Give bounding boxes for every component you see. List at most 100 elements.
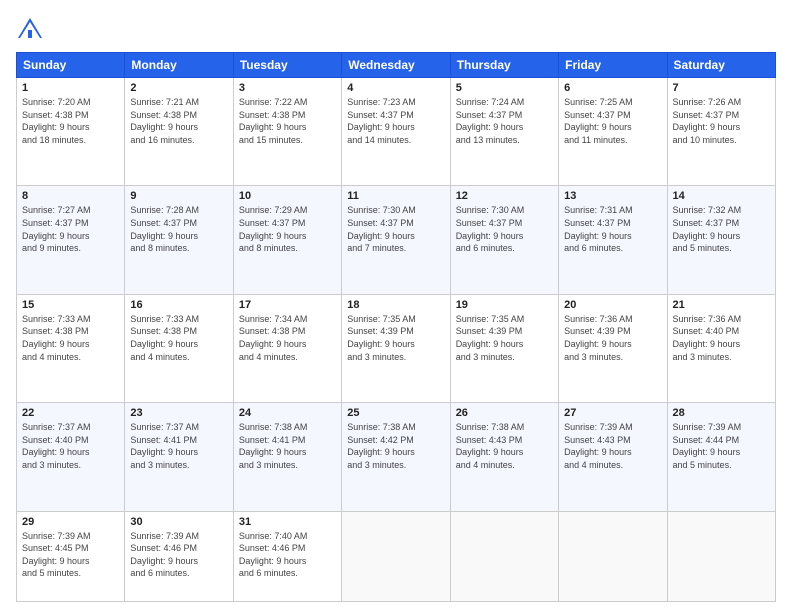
day-number: 23 [130,407,227,419]
day-info: Sunrise: 7:39 AM Sunset: 4:45 PM Dayligh… [22,530,119,580]
day-info: Sunrise: 7:21 AM Sunset: 4:38 PM Dayligh… [130,96,227,146]
calendar-header-saturday: Saturday [667,53,775,78]
day-info: Sunrise: 7:25 AM Sunset: 4:37 PM Dayligh… [564,96,661,146]
calendar-cell: 29 Sunrise: 7:39 AM Sunset: 4:45 PM Dayli… [17,511,125,601]
day-number: 1 [22,82,119,94]
day-info: Sunrise: 7:30 AM Sunset: 4:37 PM Dayligh… [456,204,553,254]
day-info: Sunrise: 7:40 AM Sunset: 4:46 PM Dayligh… [239,530,336,580]
calendar-cell: 8 Sunrise: 7:27 AM Sunset: 4:37 PM Daylig… [17,186,125,294]
calendar-cell: 12 Sunrise: 7:30 AM Sunset: 4:37 PM Dayli… [450,186,558,294]
day-info: Sunrise: 7:38 AM Sunset: 4:42 PM Dayligh… [347,421,444,471]
header [16,16,776,44]
day-info: Sunrise: 7:32 AM Sunset: 4:37 PM Dayligh… [673,204,770,254]
day-number: 3 [239,82,336,94]
calendar-cell: 26 Sunrise: 7:38 AM Sunset: 4:43 PM Dayli… [450,403,558,511]
calendar-cell: 31 Sunrise: 7:40 AM Sunset: 4:46 PM Dayli… [233,511,341,601]
day-info: Sunrise: 7:27 AM Sunset: 4:37 PM Dayligh… [22,204,119,254]
day-number: 14 [673,190,770,202]
day-info: Sunrise: 7:35 AM Sunset: 4:39 PM Dayligh… [347,313,444,363]
calendar-cell: 18 Sunrise: 7:35 AM Sunset: 4:39 PM Dayli… [342,294,450,402]
calendar-cell: 23 Sunrise: 7:37 AM Sunset: 4:41 PM Dayli… [125,403,233,511]
day-info: Sunrise: 7:28 AM Sunset: 4:37 PM Dayligh… [130,204,227,254]
calendar-cell: 5 Sunrise: 7:24 AM Sunset: 4:37 PM Daylig… [450,78,558,186]
day-number: 30 [130,516,227,528]
day-info: Sunrise: 7:36 AM Sunset: 4:39 PM Dayligh… [564,313,661,363]
day-info: Sunrise: 7:20 AM Sunset: 4:38 PM Dayligh… [22,96,119,146]
day-number: 16 [130,299,227,311]
calendar-cell [342,511,450,601]
day-info: Sunrise: 7:24 AM Sunset: 4:37 PM Dayligh… [456,96,553,146]
calendar-cell: 16 Sunrise: 7:33 AM Sunset: 4:38 PM Dayli… [125,294,233,402]
calendar-cell: 30 Sunrise: 7:39 AM Sunset: 4:46 PM Dayli… [125,511,233,601]
day-info: Sunrise: 7:38 AM Sunset: 4:41 PM Dayligh… [239,421,336,471]
page: SundayMondayTuesdayWednesdayThursdayFrid… [0,0,792,612]
calendar: SundayMondayTuesdayWednesdayThursdayFrid… [16,52,776,602]
day-number: 10 [239,190,336,202]
day-number: 24 [239,407,336,419]
calendar-cell [667,511,775,601]
day-info: Sunrise: 7:35 AM Sunset: 4:39 PM Dayligh… [456,313,553,363]
day-number: 25 [347,407,444,419]
calendar-cell: 10 Sunrise: 7:29 AM Sunset: 4:37 PM Dayli… [233,186,341,294]
calendar-cell: 7 Sunrise: 7:26 AM Sunset: 4:37 PM Daylig… [667,78,775,186]
day-number: 5 [456,82,553,94]
calendar-header-monday: Monday [125,53,233,78]
calendar-cell [450,511,558,601]
day-number: 18 [347,299,444,311]
day-info: Sunrise: 7:37 AM Sunset: 4:41 PM Dayligh… [130,421,227,471]
day-info: Sunrise: 7:39 AM Sunset: 4:43 PM Dayligh… [564,421,661,471]
day-info: Sunrise: 7:26 AM Sunset: 4:37 PM Dayligh… [673,96,770,146]
calendar-cell: 22Sunrise: 7:37 AM Sunset: 4:40 PM Dayli… [17,403,125,511]
calendar-header-sunday: Sunday [17,53,125,78]
calendar-cell: 9 Sunrise: 7:28 AM Sunset: 4:37 PM Daylig… [125,186,233,294]
day-number: 20 [564,299,661,311]
day-info: Sunrise: 7:36 AM Sunset: 4:40 PM Dayligh… [673,313,770,363]
day-number: 26 [456,407,553,419]
day-number: 15 [22,299,119,311]
day-number: 6 [564,82,661,94]
day-info: Sunrise: 7:30 AM Sunset: 4:37 PM Dayligh… [347,204,444,254]
calendar-cell: 2Sunrise: 7:21 AM Sunset: 4:38 PM Daylig… [125,78,233,186]
calendar-cell: 19 Sunrise: 7:35 AM Sunset: 4:39 PM Dayli… [450,294,558,402]
calendar-header-row: SundayMondayTuesdayWednesdayThursdayFrid… [17,53,776,78]
day-number: 27 [564,407,661,419]
calendar-cell: 27 Sunrise: 7:39 AM Sunset: 4:43 PM Dayli… [559,403,667,511]
day-number: 17 [239,299,336,311]
calendar-cell: 1 Sunrise: 7:20 AM Sunset: 4:38 PM Daylig… [17,78,125,186]
calendar-cell: 14 Sunrise: 7:32 AM Sunset: 4:37 PM Dayli… [667,186,775,294]
calendar-cell: 3 Sunrise: 7:22 AM Sunset: 4:38 PM Daylig… [233,78,341,186]
day-number: 29 [22,516,119,528]
calendar-cell: 6 Sunrise: 7:25 AM Sunset: 4:37 PM Daylig… [559,78,667,186]
day-number: 13 [564,190,661,202]
day-info: Sunrise: 7:29 AM Sunset: 4:37 PM Dayligh… [239,204,336,254]
day-number: 12 [456,190,553,202]
calendar-cell: 25 Sunrise: 7:38 AM Sunset: 4:42 PM Dayli… [342,403,450,511]
day-info: Sunrise: 7:33 AM Sunset: 4:38 PM Dayligh… [22,313,119,363]
day-info: Sunrise: 7:38 AM Sunset: 4:43 PM Dayligh… [456,421,553,471]
day-number: 28 [673,407,770,419]
day-number: 9 [130,190,227,202]
calendar-header-friday: Friday [559,53,667,78]
calendar-cell: 17 Sunrise: 7:34 AM Sunset: 4:38 PM Dayli… [233,294,341,402]
day-info: Sunrise: 7:39 AM Sunset: 4:46 PM Dayligh… [130,530,227,580]
calendar-cell [559,511,667,601]
calendar-header-thursday: Thursday [450,53,558,78]
day-info: Sunrise: 7:33 AM Sunset: 4:38 PM Dayligh… [130,313,227,363]
logo-icon [16,16,44,44]
day-number: 8 [22,190,119,202]
calendar-header-wednesday: Wednesday [342,53,450,78]
day-info: Sunrise: 7:23 AM Sunset: 4:37 PM Dayligh… [347,96,444,146]
day-info: Sunrise: 7:22 AM Sunset: 4:38 PM Dayligh… [239,96,336,146]
day-number: 11 [347,190,444,202]
calendar-header-tuesday: Tuesday [233,53,341,78]
day-number: 31 [239,516,336,528]
day-number: 22 [22,407,119,419]
day-info: Sunrise: 7:34 AM Sunset: 4:38 PM Dayligh… [239,313,336,363]
day-number: 21 [673,299,770,311]
calendar-cell: 24 Sunrise: 7:38 AM Sunset: 4:41 PM Dayli… [233,403,341,511]
calendar-cell: 15 Sunrise: 7:33 AM Sunset: 4:38 PM Dayli… [17,294,125,402]
day-number: 7 [673,82,770,94]
day-number: 19 [456,299,553,311]
calendar-cell: 13Sunrise: 7:31 AM Sunset: 4:37 PM Dayli… [559,186,667,294]
logo [16,16,48,44]
